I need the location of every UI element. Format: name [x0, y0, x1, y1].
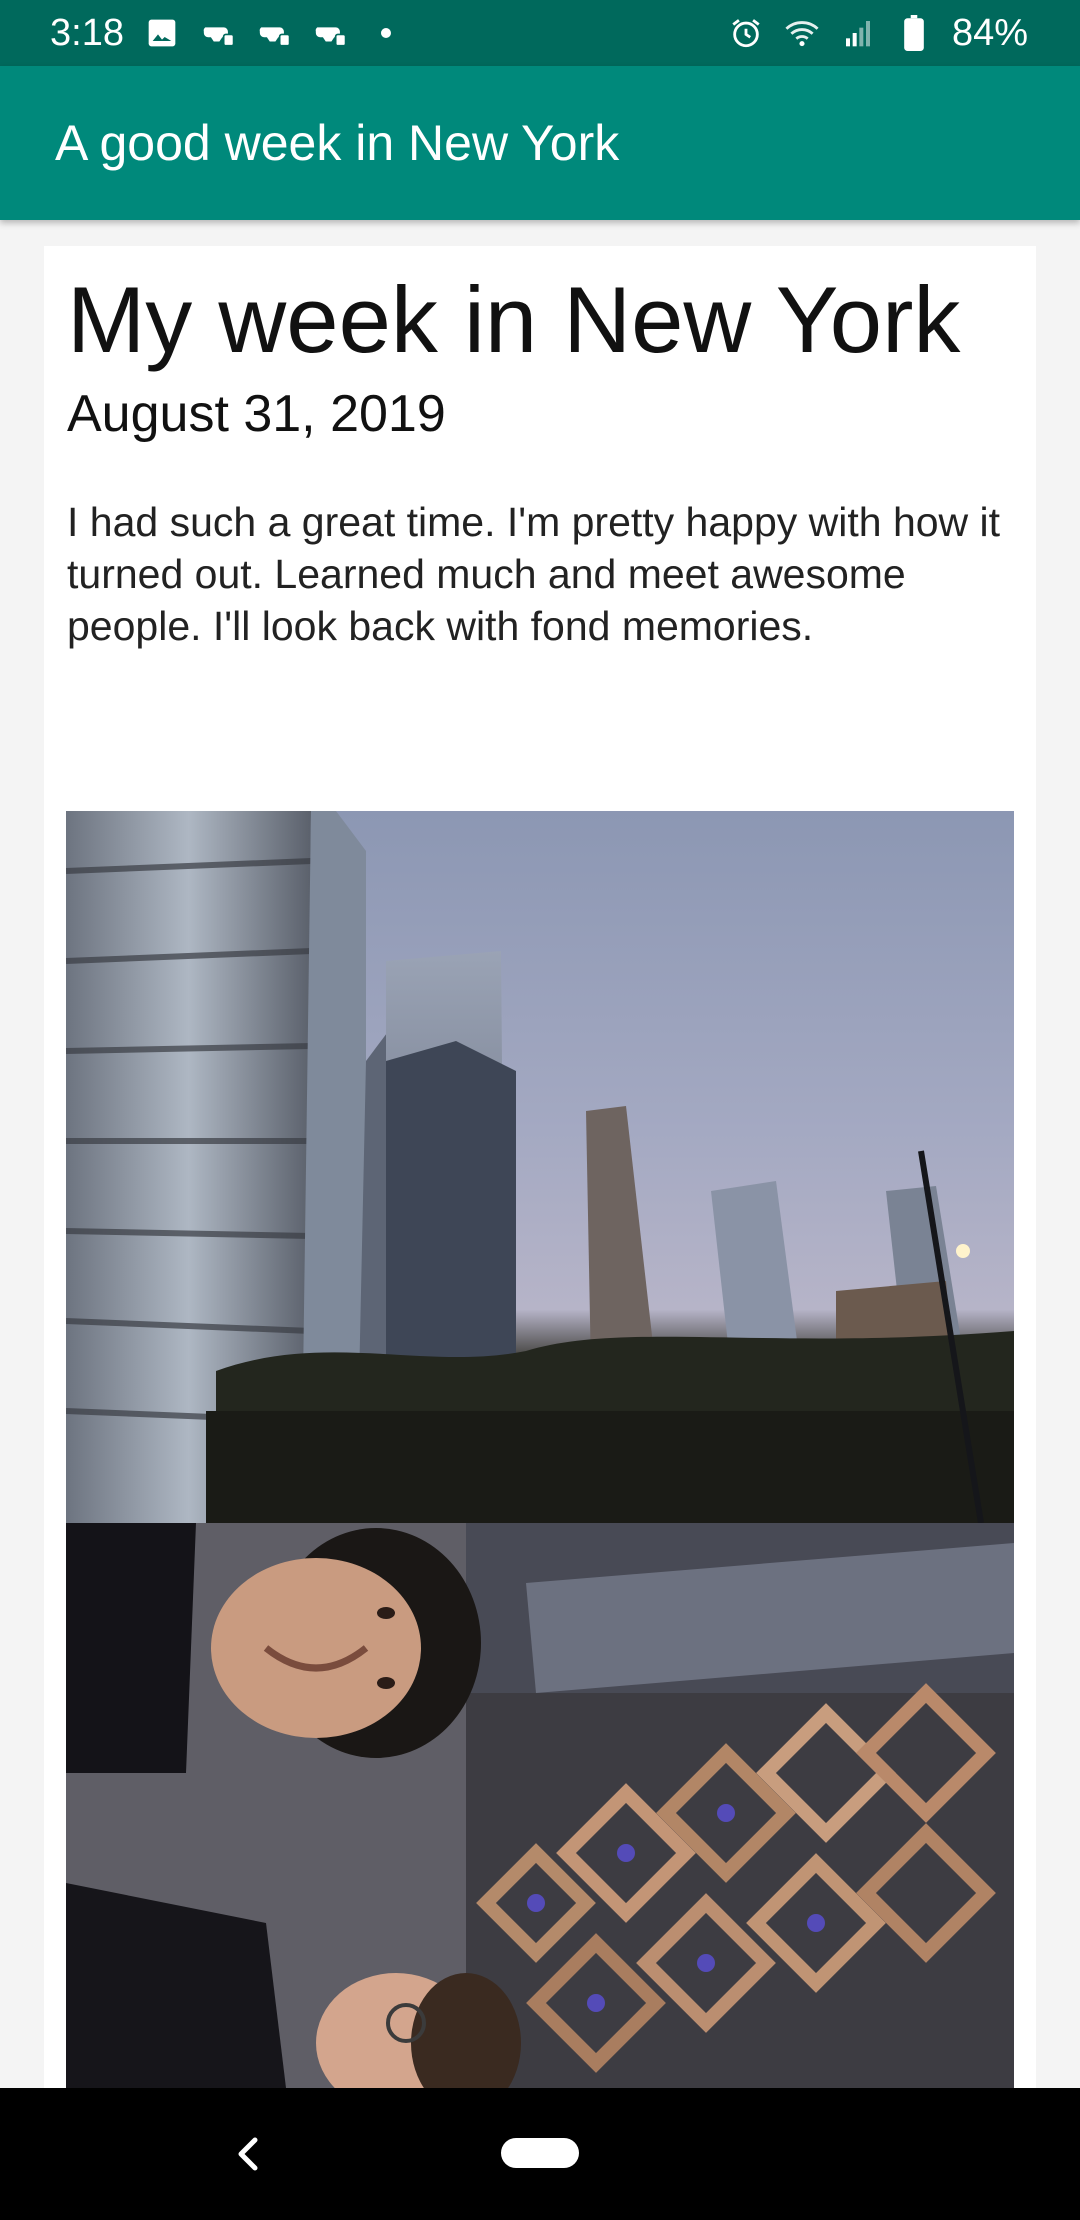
gamepad-icon	[200, 15, 236, 51]
post-date: August 31, 2019	[67, 385, 446, 443]
dot-icon	[368, 15, 404, 51]
battery-percent: 84%	[951, 11, 1028, 54]
status-bar: 3:18 84%	[0, 0, 1080, 66]
selfie-vessel-photo	[66, 1523, 1014, 2088]
city-skyline-photo	[66, 811, 1014, 1523]
back-icon[interactable]	[222, 2128, 274, 2180]
signal-icon	[840, 15, 876, 51]
battery-icon	[896, 15, 932, 51]
app-title: A good week in New York	[55, 115, 620, 171]
wifi-icon	[784, 15, 820, 51]
navigation-bar	[0, 2088, 1080, 2220]
status-time: 3:18	[50, 11, 124, 54]
image-icon	[144, 15, 180, 51]
gamepad-icon	[312, 15, 348, 51]
gamepad-icon	[256, 15, 292, 51]
post-title: My week in New York	[67, 267, 961, 372]
alarm-icon	[728, 15, 764, 51]
home-pill-icon[interactable]	[501, 2138, 579, 2168]
post-body: I had such a great time. I'm pretty happ…	[67, 499, 1001, 649]
post-card: My week in New York August 31, 2019 I ha…	[44, 246, 1036, 2088]
status-left: 3:18	[50, 12, 404, 55]
status-right: 84%	[728, 12, 1028, 55]
app-bar: A good week in New York	[0, 66, 1080, 220]
